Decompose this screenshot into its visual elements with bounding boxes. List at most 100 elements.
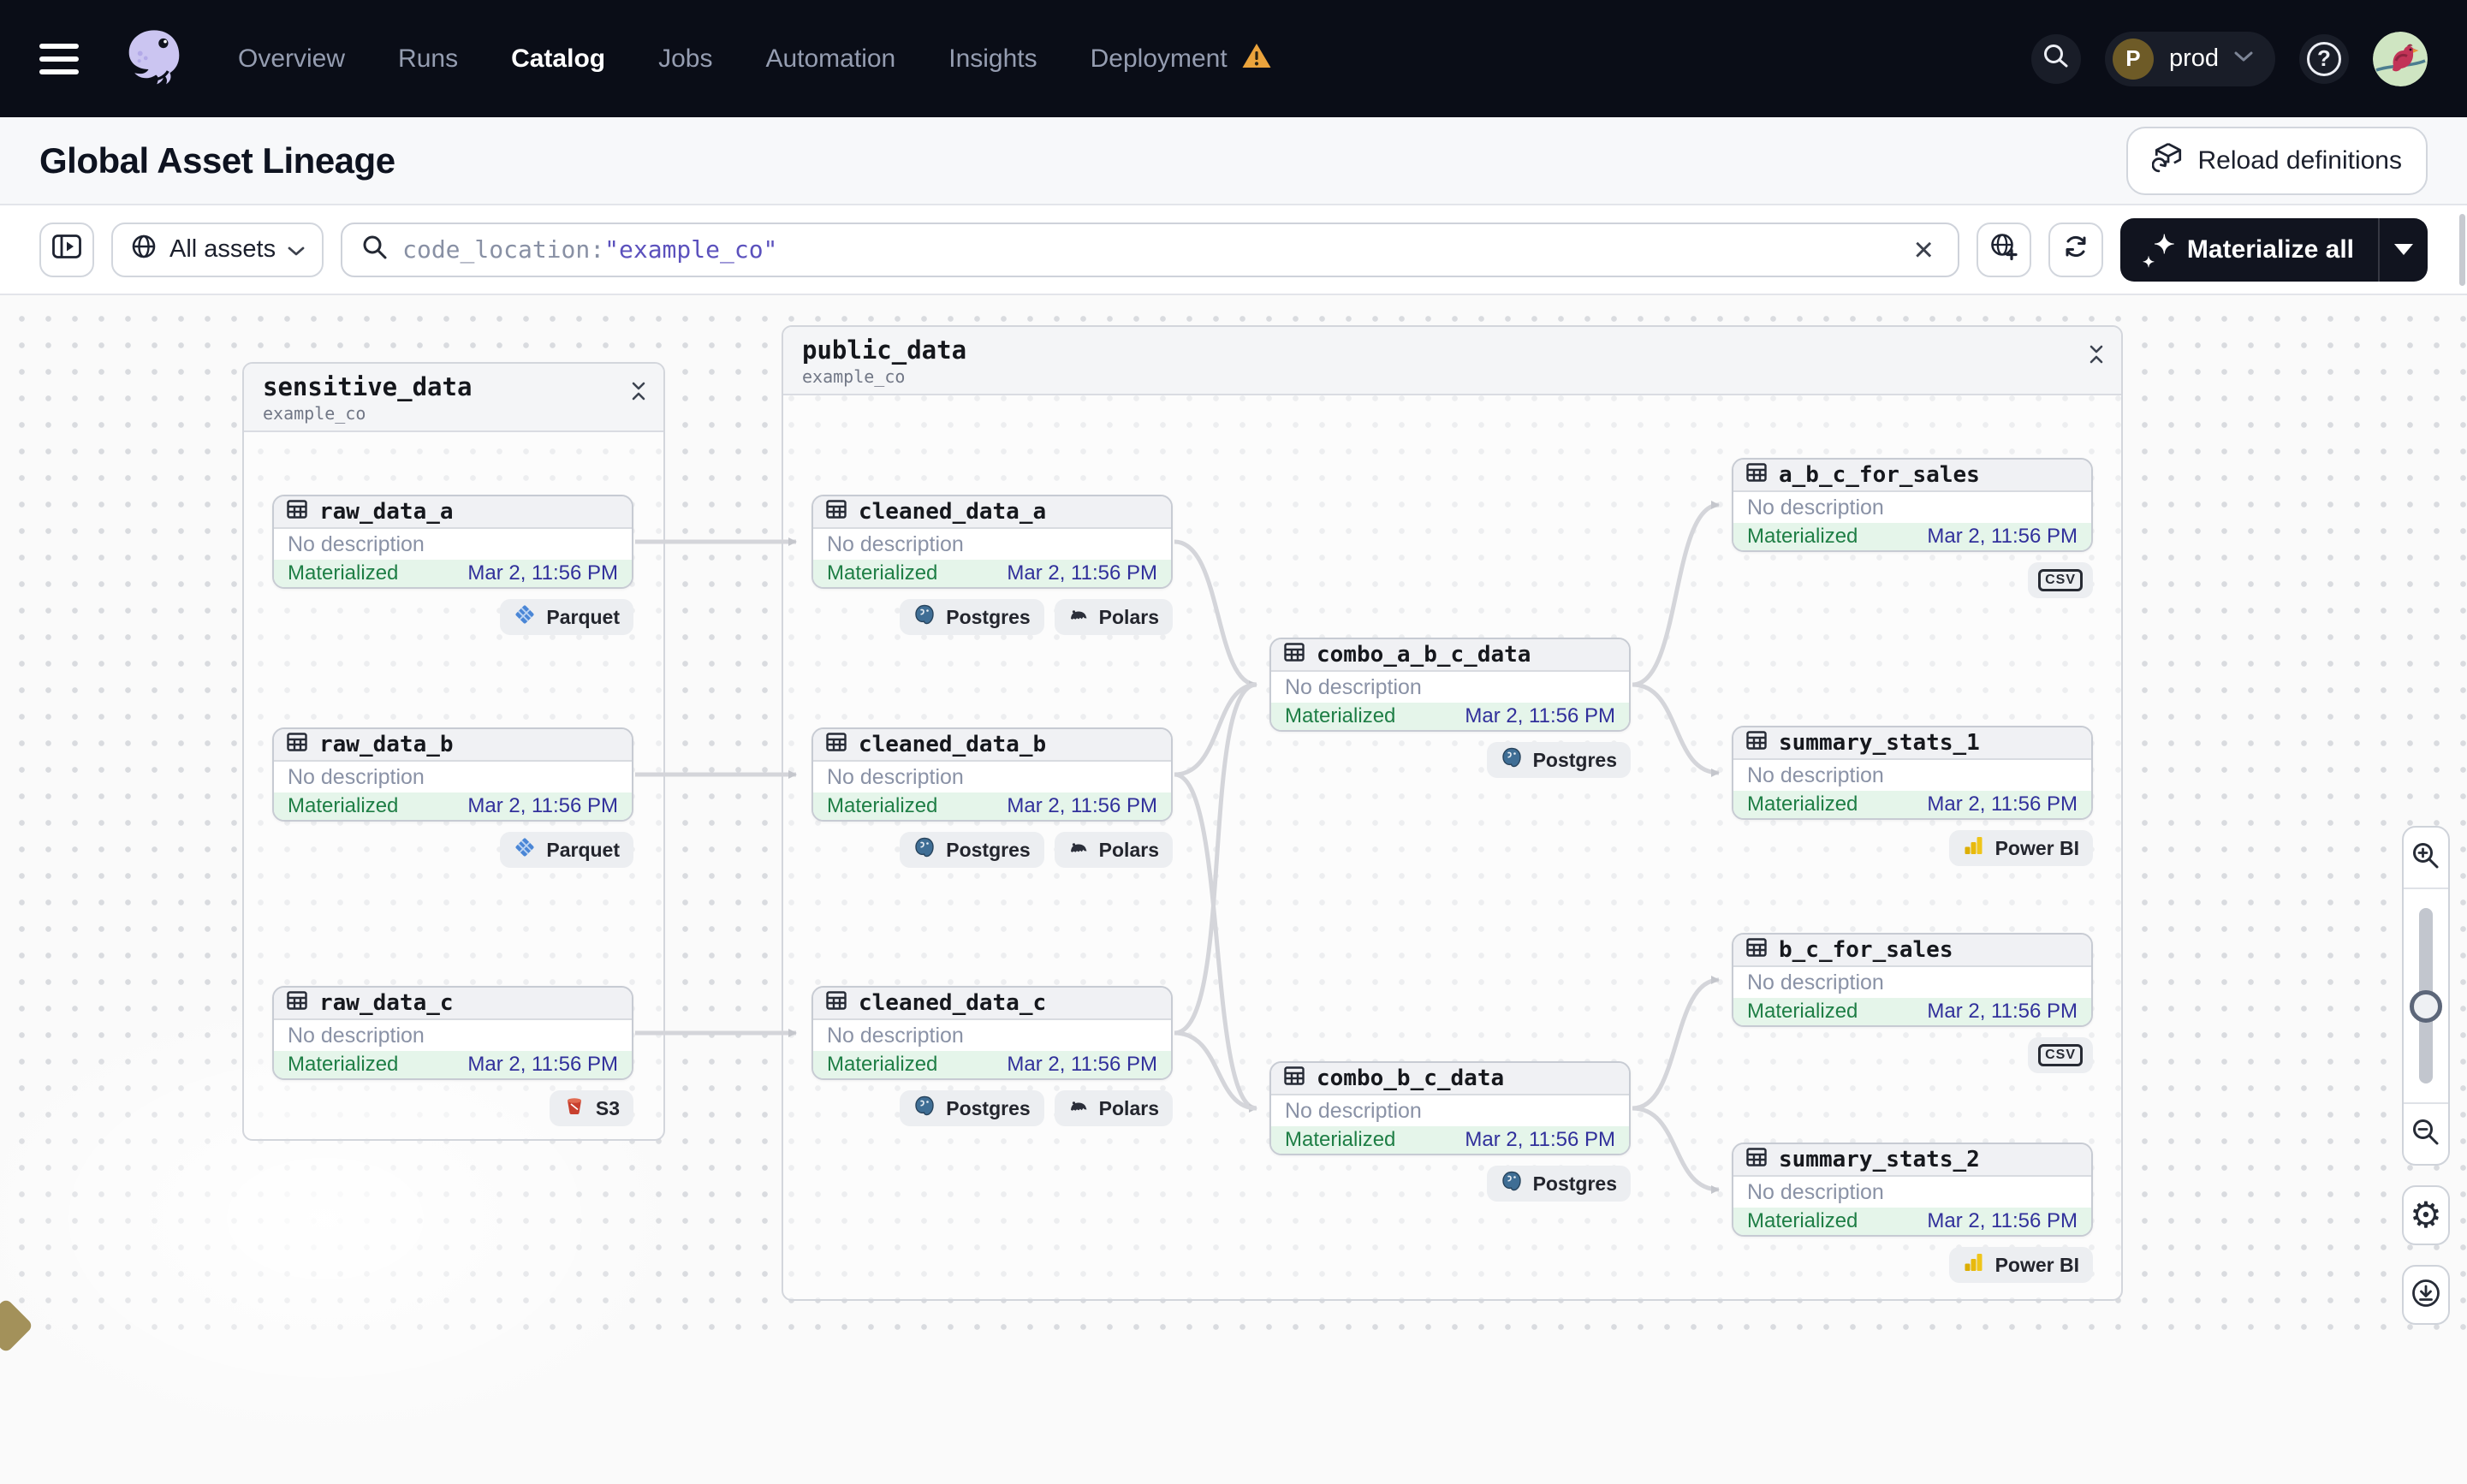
table-icon <box>1745 729 1768 757</box>
asset-node-b-c-for-sales[interactable]: b_c_for_sales No description Materialize… <box>1732 933 2093 1027</box>
asset-name: cleaned_data_a <box>859 499 1047 525</box>
table-icon <box>1283 641 1305 669</box>
download-graph-button[interactable] <box>2402 1265 2450 1325</box>
asset-badges: csv <box>1732 1037 2093 1073</box>
asset-node-cleaned-data-a[interactable]: cleaned_data_a No description Materializ… <box>811 495 1173 589</box>
asset-description: No description <box>1747 1179 1884 1204</box>
asset-node-combo-b-c-data[interactable]: combo_b_c_data No description Materializ… <box>1269 1061 1631 1155</box>
asset-node-summary-stats-2[interactable]: summary_stats_2 No description Materiali… <box>1732 1143 2093 1237</box>
nav-item-overview[interactable]: Overview <box>238 45 345 74</box>
badge-power-bi[interactable]: Power BI <box>1948 1247 2093 1283</box>
status-label: Materialized <box>1747 1000 1858 1023</box>
refresh-button[interactable] <box>2048 222 2103 277</box>
badge-polars[interactable]: Polars <box>1054 599 1173 635</box>
status-label: Materialized <box>288 1053 399 1076</box>
asset-scope-label: All assets <box>169 235 276 263</box>
asset-description: No description <box>827 1023 964 1048</box>
asset-node-summary-stats-1[interactable]: summary_stats_1 No description Materiali… <box>1732 726 2093 820</box>
nav-item-automation[interactable]: Automation <box>765 45 895 74</box>
asset-node-cleaned-data-b[interactable]: cleaned_data_b No description Materializ… <box>811 727 1173 822</box>
asset-badges: Postgres Polars <box>811 599 1173 635</box>
toggle-sidebar-button[interactable] <box>39 222 94 277</box>
asset-description: No description <box>288 1023 425 1048</box>
hamburger-menu-icon[interactable] <box>39 29 99 89</box>
status-label: Materialized <box>827 794 938 817</box>
materialize-all-main[interactable]: ✦ ✦ Materialize all <box>2120 218 2378 282</box>
asset-node-header: combo_b_c_data <box>1271 1063 1629 1095</box>
search-button[interactable] <box>2030 33 2081 84</box>
add-scope-globe-button[interactable] <box>1976 222 2031 277</box>
zoom-in-button[interactable] <box>2404 828 2448 889</box>
graph-settings-button[interactable]: ⚙ <box>2402 1185 2450 1245</box>
table-icon <box>825 731 847 759</box>
asset-badges: Power BI <box>1732 830 2093 866</box>
environment-switcher[interactable]: P prod <box>2104 31 2275 86</box>
materialize-options-caret[interactable] <box>2378 217 2428 282</box>
s3-bucket-icon <box>563 1095 586 1122</box>
asset-description: No description <box>288 531 425 556</box>
asset-name: raw_data_a <box>319 499 454 525</box>
collapse-group-icon[interactable] <box>2087 344 2106 369</box>
zoom-out-button[interactable] <box>2404 1102 2448 1164</box>
badge-csv[interactable]: csv <box>2028 562 2093 598</box>
badge-postgres[interactable]: Postgres <box>900 599 1044 635</box>
asset-status-row: Materialized Mar 2, 11:56 PM <box>1271 1126 1629 1154</box>
dagster-logo[interactable] <box>122 27 187 92</box>
reload-cube-icon <box>2151 141 2185 181</box>
table-icon <box>286 731 308 759</box>
reload-definitions-button[interactable]: Reload definitions <box>2125 126 2428 195</box>
asset-scope-dropdown[interactable]: All assets <box>111 222 324 277</box>
lineage-canvas[interactable]: sensitive_data example_co public_data ex… <box>0 295 2467 1484</box>
badge-power-bi[interactable]: Power BI <box>1948 830 2093 866</box>
badge-csv[interactable]: csv <box>2028 1037 2093 1073</box>
asset-node-raw-data-a[interactable]: raw_data_a No description Materialized Ma… <box>272 495 633 589</box>
zoom-control-panel <box>2402 826 2450 1166</box>
asset-node-cleaned-data-c[interactable]: cleaned_data_c No description Materializ… <box>811 986 1173 1080</box>
status-timestamp: Mar 2, 11:56 PM <box>1007 561 1157 585</box>
asset-node-header: raw_data_b <box>274 729 632 762</box>
badge-postgres[interactable]: Postgres <box>900 832 1044 868</box>
nav-item-insights[interactable]: Insights <box>948 45 1037 74</box>
materialize-all-button[interactable]: ✦ ✦ Materialize all <box>2119 217 2428 282</box>
asset-node-header: b_c_for_sales <box>1733 935 2091 967</box>
zoom-slider[interactable] <box>2404 889 2448 1102</box>
nav-item-catalog[interactable]: Catalog <box>511 45 605 74</box>
nav-item-runs[interactable]: Runs <box>398 45 458 74</box>
table-icon <box>825 498 847 526</box>
asset-node-a-b-c-for-sales[interactable]: a_b_c_for_sales No description Materiali… <box>1732 458 2093 552</box>
nav-item-deployment[interactable]: Deployment <box>1091 42 1272 76</box>
asset-node-raw-data-c[interactable]: raw_data_c No description Materialized Ma… <box>272 986 633 1080</box>
page-title: Global Asset Lineage <box>39 139 395 181</box>
scrollbar-thumb[interactable] <box>2459 214 2465 286</box>
csv-icon: csv <box>2038 1044 2083 1066</box>
asset-search-input[interactable]: code_location:"example_co" × <box>341 222 1959 277</box>
badge-postgres[interactable]: Postgres <box>1486 1166 1631 1202</box>
badge-s3[interactable]: S3 <box>549 1090 633 1126</box>
asset-status-row: Materialized Mar 2, 11:56 PM <box>1733 791 2091 818</box>
asset-description: No description <box>1285 1098 1422 1123</box>
globe-icon <box>130 233 158 267</box>
asset-node-raw-data-b[interactable]: raw_data_b No description Materialized Ma… <box>272 727 633 822</box>
zoom-slider-handle[interactable] <box>2410 990 2442 1023</box>
nav-item-jobs[interactable]: Jobs <box>658 45 712 74</box>
help-button[interactable]: ? <box>2299 33 2349 84</box>
status-label: Materialized <box>288 794 399 817</box>
badge-parquet[interactable]: Parquet <box>500 832 633 868</box>
asset-node-combo-a-b-c-data[interactable]: combo_a_b_c_data No description Material… <box>1269 638 1631 732</box>
help-icon: ? <box>2307 41 2341 76</box>
badge-parquet[interactable]: Parquet <box>500 599 633 635</box>
refresh-icon <box>2061 232 2090 268</box>
badge-postgres[interactable]: Postgres <box>1486 742 1631 778</box>
collapse-group-icon[interactable] <box>629 381 648 406</box>
clear-search-icon[interactable]: × <box>1909 233 1939 267</box>
badge-postgres[interactable]: Postgres <box>900 1090 1044 1126</box>
globe-add-icon <box>1989 232 2018 268</box>
user-avatar[interactable] <box>2373 31 2428 86</box>
environment-avatar: P <box>2112 38 2154 80</box>
powerbi-icon <box>1963 1251 1985 1279</box>
badge-polars[interactable]: Polars <box>1054 832 1173 868</box>
asset-badges: Postgres Polars <box>811 1090 1173 1126</box>
table-icon <box>1283 1065 1305 1093</box>
table-icon <box>1745 1146 1768 1174</box>
badge-polars[interactable]: Polars <box>1054 1090 1173 1126</box>
